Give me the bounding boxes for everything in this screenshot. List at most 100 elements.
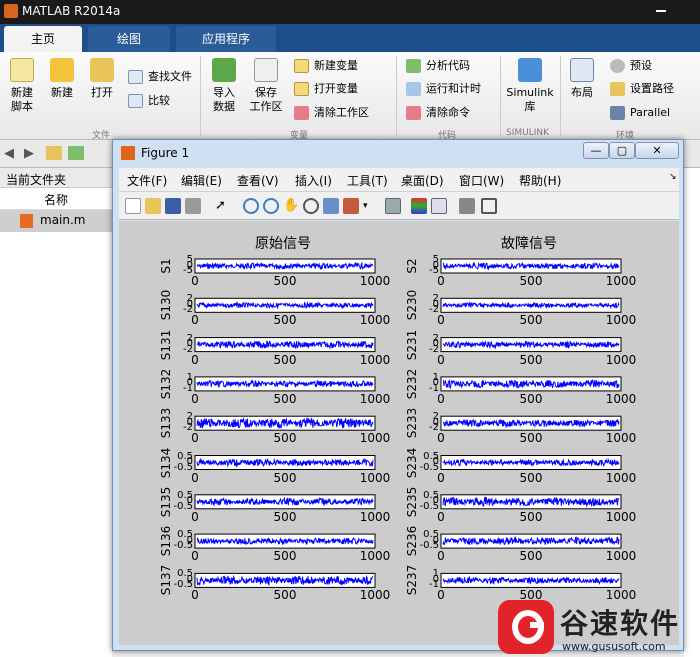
new-variable-button[interactable]: 新建变量 <box>294 57 358 75</box>
x-tick-label: 500 <box>519 313 543 328</box>
clear-commands-icon <box>406 106 421 120</box>
hide-plot-tools-icon[interactable] <box>459 198 475 214</box>
import-icon <box>212 58 236 82</box>
new-script-button[interactable]: 新建 脚本 <box>4 58 40 114</box>
run-and-time-button[interactable]: 运行和计时 <box>406 80 481 98</box>
simulink-library-button[interactable]: Simulink 库 <box>504 58 556 114</box>
app-title: MATLAB R2014a <box>22 4 121 18</box>
tab-apps[interactable]: 应用程序 <box>176 26 276 52</box>
clear-commands-button[interactable]: 清除命令 <box>406 104 470 122</box>
subplot-S236 <box>440 533 622 549</box>
subplot-S135 <box>194 494 376 510</box>
import-data-button[interactable]: 导入 数据 <box>206 58 242 114</box>
y-axis-label: S230 <box>405 290 419 321</box>
browse-icon[interactable] <box>68 146 84 160</box>
simulink-label: Simulink 库 <box>506 86 554 113</box>
analyze-code-label: 分析代码 <box>426 59 470 72</box>
menu-file[interactable]: 文件(F) <box>127 172 167 189</box>
ribbon-separator <box>396 56 397 136</box>
compare-button[interactable]: 比较 <box>128 92 170 110</box>
subplot-S234 <box>440 455 622 470</box>
y-axis-label: S137 <box>159 565 173 596</box>
layout-button[interactable]: 布局 <box>564 58 600 100</box>
x-tick-label: 1000 <box>359 313 391 328</box>
menu-edit[interactable]: 编辑(E) <box>181 172 222 189</box>
x-tick-label: 1000 <box>359 470 391 485</box>
zoom-in-icon[interactable] <box>243 198 259 214</box>
analyze-code-button[interactable]: 分析代码 <box>406 57 470 75</box>
x-tick-label: 1000 <box>359 588 391 603</box>
print-icon[interactable] <box>185 198 201 214</box>
menu-insert[interactable]: 插入(I) <box>295 172 332 189</box>
clear-workspace-button[interactable]: 清除工作区 <box>294 104 369 122</box>
gear-icon <box>610 59 625 73</box>
save-workspace-label: 保存 工作区 <box>249 86 283 113</box>
find-files-button[interactable]: 查找文件 <box>128 68 192 86</box>
open-button[interactable]: 打开 <box>84 58 120 100</box>
x-tick-label: 500 <box>519 470 543 485</box>
preferences-button[interactable]: 预设 <box>610 57 652 75</box>
pan-hand-icon[interactable]: ✋ <box>283 198 299 214</box>
save-workspace-button[interactable]: 保存 工作区 <box>246 58 286 114</box>
y-axis-label: S133 <box>159 407 173 439</box>
new-button[interactable]: 新建 <box>44 58 80 100</box>
x-tick-label: 500 <box>273 274 297 288</box>
file-row[interactable]: main.m <box>0 210 112 232</box>
x-tick-label: 0 <box>437 470 445 485</box>
menu-view[interactable]: 查看(V) <box>237 172 279 189</box>
zoom-out-icon[interactable] <box>263 198 279 214</box>
x-tick-label: 0 <box>191 352 199 367</box>
open-label: 打开 <box>91 86 113 99</box>
colorbar-icon[interactable] <box>411 198 427 214</box>
open-variable-button[interactable]: 打开变量 <box>294 80 358 98</box>
figure-maximize-button[interactable]: ▢ <box>609 142 635 159</box>
brush-icon[interactable] <box>343 198 359 214</box>
find-files-label: 查找文件 <box>148 70 192 83</box>
x-tick-label: 0 <box>191 588 199 603</box>
figure-title: Figure 1 <box>141 146 190 160</box>
x-tick-label: 500 <box>273 391 297 406</box>
tab-plots[interactable]: 绘图 <box>88 26 170 52</box>
x-tick-label: 0 <box>191 274 199 288</box>
run-and-time-icon <box>406 82 421 96</box>
minimize-icon[interactable] <box>656 10 666 12</box>
figure-minimize-button[interactable]: — <box>583 142 609 159</box>
link-plot-icon[interactable] <box>385 198 401 214</box>
y-axis-label: S235 <box>405 486 419 518</box>
open-file-icon[interactable] <box>145 198 161 214</box>
edit-plot-arrow-icon[interactable]: ➚ <box>215 198 231 214</box>
show-plot-tools-icon[interactable] <box>481 198 497 214</box>
menu-help[interactable]: 帮助(H) <box>519 172 561 189</box>
ribbon-separator <box>200 56 201 136</box>
y-axis-label: S130 <box>159 290 173 321</box>
back-icon[interactable]: ◀ <box>4 146 14 161</box>
y-axis-label: S135 <box>159 486 173 518</box>
y-axis-label: S131 <box>159 329 173 360</box>
name-column-header[interactable]: 名称 <box>0 188 112 210</box>
menu-desktop[interactable]: 桌面(D) <box>401 172 444 189</box>
new-figure-icon[interactable] <box>125 198 141 214</box>
folder-icon <box>90 58 114 82</box>
up-folder-icon[interactable] <box>46 146 62 160</box>
x-tick-label: 500 <box>273 352 297 367</box>
x-tick-label: 500 <box>273 588 297 603</box>
forward-icon[interactable]: ▶ <box>24 146 34 161</box>
ribbon-tabs: 主页 绘图 应用程序 <box>0 24 700 52</box>
dock-arrow-icon[interactable]: ↘ <box>669 172 677 182</box>
save-icon[interactable] <box>165 198 181 214</box>
set-path-button[interactable]: 设置路径 <box>610 80 674 98</box>
rotate-3d-icon[interactable] <box>303 198 319 214</box>
tab-home[interactable]: 主页 <box>4 26 82 52</box>
subplot-S136 <box>194 533 376 549</box>
data-cursor-icon[interactable] <box>323 198 339 214</box>
legend-icon[interactable] <box>431 198 447 214</box>
brush-dropdown-icon[interactable]: ▾ <box>363 198 379 214</box>
y-axis-label: S2 <box>405 258 419 274</box>
new-variable-icon <box>294 59 309 73</box>
x-tick-label: 1000 <box>605 313 637 328</box>
figure-close-button[interactable]: ✕ <box>635 142 679 159</box>
menu-window[interactable]: 窗口(W) <box>459 172 504 189</box>
find-files-icon <box>128 70 143 84</box>
menu-tools[interactable]: 工具(T) <box>347 172 388 189</box>
parallel-button[interactable]: Parallel <box>610 104 670 122</box>
